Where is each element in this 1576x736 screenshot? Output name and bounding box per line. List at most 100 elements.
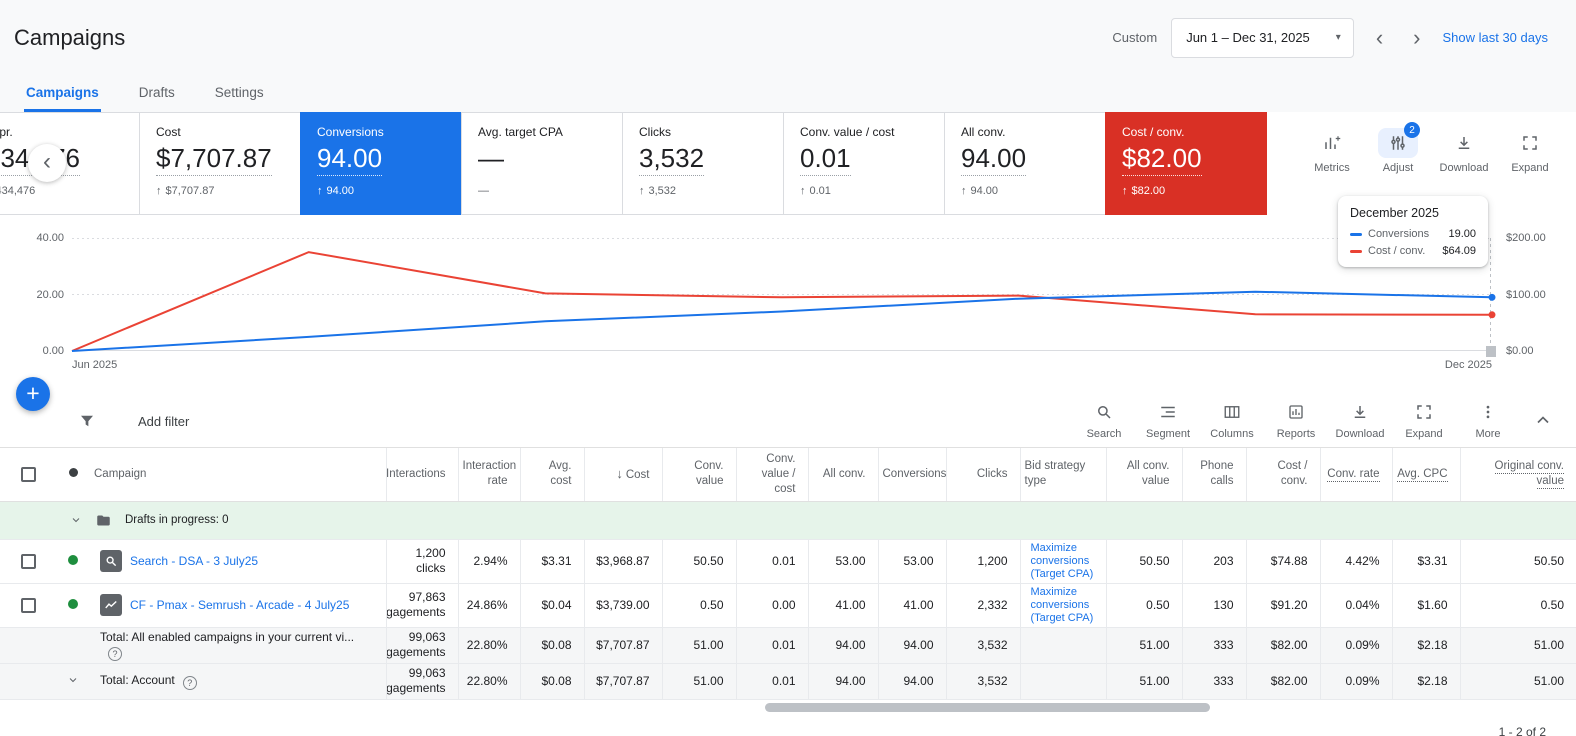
header-all-conv[interactable]: All conv.: [808, 448, 878, 502]
cell-interactions: 99,063 engagements: [386, 663, 458, 699]
segment-button[interactable]: Segment: [1136, 403, 1200, 440]
reports-icon: [1287, 403, 1305, 424]
download-icon: [1351, 403, 1369, 424]
chart-svg: [72, 238, 1492, 351]
date-range-picker[interactable]: Jun 1 – Dec 31, 2025 ▾: [1171, 18, 1354, 58]
adjust-button[interactable]: 2 Adjust: [1368, 128, 1428, 174]
bid-strategy-link[interactable]: Maximize conversions (Target CPA): [1031, 542, 1102, 581]
add-filter-button[interactable]: Add filter: [138, 414, 189, 429]
scorecard-cost-per-conv[interactable]: Cost / conv. $82.00 ↑$82.00: [1105, 112, 1267, 215]
campaign-link[interactable]: CF - Pmax - Semrush - Arcade - 4 July25: [130, 597, 349, 613]
axis-tick: Dec 2025: [1445, 359, 1492, 371]
tab-campaigns[interactable]: Campaigns: [24, 77, 101, 112]
arrow-up-icon: ↑: [317, 185, 323, 197]
row-checkbox-cell: [0, 583, 56, 627]
bid-strategy-link[interactable]: Maximize conversions (Target CPA): [1031, 586, 1102, 625]
scorecard-all-conv[interactable]: All conv. 94.00 ↑94.00: [944, 112, 1106, 215]
columns-icon: [1223, 403, 1241, 424]
header-avg-cpc[interactable]: Avg. CPC: [1392, 448, 1460, 502]
scorecard-value: 0.01: [800, 143, 851, 176]
cell-cost: $3,968.87: [584, 539, 662, 583]
header-conversions[interactable]: Conversions: [878, 448, 946, 502]
adjust-badge: 2: [1404, 122, 1420, 138]
status-enabled-dot[interactable]: [68, 555, 78, 565]
help-icon[interactable]: ?: [183, 676, 197, 690]
download-table-button[interactable]: Download: [1328, 403, 1392, 440]
campaign-link[interactable]: Search - DSA - 3 July25: [130, 553, 258, 569]
header-avg-cost[interactable]: Avg. cost: [520, 448, 584, 502]
help-icon[interactable]: ?: [108, 647, 122, 661]
cell-cost-per-conv: $82.00: [1246, 663, 1320, 699]
cell-phone-calls: 333: [1182, 627, 1246, 663]
expand-chart-button[interactable]: Expand: [1500, 128, 1560, 174]
chevron-down-icon[interactable]: [67, 674, 79, 686]
tooltip-row: Cost / conv. $64.09: [1350, 245, 1476, 257]
total-label: Total: All enabled campaigns in your cur…: [100, 630, 354, 644]
cell-cost-per-conv: $74.88: [1246, 539, 1320, 583]
expand-label: Expand: [1405, 428, 1442, 440]
header-clicks[interactable]: Clicks: [946, 448, 1020, 502]
chevron-down-icon[interactable]: [70, 514, 82, 526]
scorecard-clicks[interactable]: Clicks 3,532 ↑3,532: [622, 112, 784, 215]
cell-all-conv: 94.00: [808, 627, 878, 663]
horizontal-scrollbar[interactable]: [0, 702, 1576, 713]
table-row[interactable]: Search - DSA - 3 July251,200 clicks2.94%…: [0, 539, 1576, 583]
header-original-conv-value[interactable]: Original conv. value: [1460, 448, 1576, 502]
header-campaign[interactable]: Campaign: [90, 448, 386, 502]
search-button[interactable]: Search: [1072, 403, 1136, 440]
row-checkbox[interactable]: [21, 598, 36, 613]
scorecard-cost[interactable]: Cost $7,707.87 ↑$7,707.87: [139, 112, 301, 215]
show-last-30-days-link[interactable]: Show last 30 days: [1442, 30, 1548, 45]
more-button[interactable]: More: [1456, 403, 1520, 440]
tab-settings[interactable]: Settings: [213, 77, 266, 112]
expand-table-button[interactable]: Expand: [1392, 403, 1456, 440]
header-conv-value[interactable]: Conv. value: [662, 448, 736, 502]
scorecard-prev-button[interactable]: ‹: [28, 144, 66, 182]
header-all-conv-value[interactable]: All conv. value: [1106, 448, 1182, 502]
header-interactions[interactable]: Interactions: [386, 448, 458, 502]
header-phone-calls[interactable]: Phone calls: [1182, 448, 1246, 502]
chart-x-axis: Jun 2025 Dec 2025: [72, 359, 1492, 371]
scorecard-avg-target-cpa[interactable]: Avg. target CPA — —: [461, 112, 623, 215]
tooltip-series-value: 19.00: [1448, 228, 1476, 240]
chart-plot-area[interactable]: [72, 238, 1492, 351]
tab-drafts[interactable]: Drafts: [137, 77, 177, 112]
download-icon: [1444, 128, 1484, 158]
filter-icon: [78, 412, 96, 430]
drafts-row[interactable]: Drafts in progress: 0: [0, 501, 1576, 539]
scorecard-delta: 0.01: [810, 185, 831, 197]
columns-button[interactable]: Columns: [1200, 403, 1264, 440]
cell-conv-value: 51.00: [662, 663, 736, 699]
scrollbar-thumb[interactable]: [765, 703, 1210, 712]
scorecard-conv-value-cost[interactable]: Conv. value / cost 0.01 ↑0.01: [783, 112, 945, 215]
status-column-icon: [69, 468, 78, 477]
header-conv-value-cost[interactable]: Conv. value / cost: [736, 448, 808, 502]
total-row: Total: All enabled campaigns in your cur…: [0, 627, 1576, 663]
header-cost-per-conv[interactable]: Cost / conv.: [1246, 448, 1320, 502]
collapse-table-button[interactable]: [1520, 410, 1566, 433]
expand-label: Expand: [1511, 162, 1548, 174]
add-campaign-fab[interactable]: +: [16, 377, 50, 411]
scorecard-delta: 3,532: [649, 185, 677, 197]
download-chart-button[interactable]: Download: [1434, 128, 1494, 174]
chevron-up-icon: [1533, 410, 1553, 433]
scorecard-impressions[interactable]: Impr. 434,476 ↑434,476: [0, 112, 140, 215]
chart-scroll-handle[interactable]: [1486, 346, 1496, 357]
header-conv-rate[interactable]: Conv. rate: [1320, 448, 1392, 502]
reports-button[interactable]: Reports: [1264, 403, 1328, 440]
tooltip-series-label: Conversions: [1368, 228, 1442, 240]
header-bid-strategy-type[interactable]: Bid strategy type: [1020, 448, 1106, 502]
metrics-button[interactable]: Metrics: [1302, 128, 1362, 174]
row-checkbox[interactable]: [21, 554, 36, 569]
next-period-button[interactable]: ›: [1405, 27, 1428, 49]
table-row[interactable]: CF - Pmax - Semrush - Arcade - 4 July259…: [0, 583, 1576, 627]
previous-period-button[interactable]: ‹: [1368, 27, 1391, 49]
header-interaction-rate[interactable]: Interaction rate: [458, 448, 520, 502]
cell-conv-value-cost: 0.01: [736, 663, 808, 699]
scorecard-conversions[interactable]: Conversions 94.00 ↑94.00: [300, 112, 462, 215]
select-all-checkbox[interactable]: [21, 467, 36, 482]
total-chevron-cell: [56, 627, 90, 663]
status-enabled-dot[interactable]: [68, 599, 78, 609]
date-mode-label: Custom: [1112, 30, 1157, 45]
header-cost[interactable]: ↓Cost: [584, 448, 662, 502]
